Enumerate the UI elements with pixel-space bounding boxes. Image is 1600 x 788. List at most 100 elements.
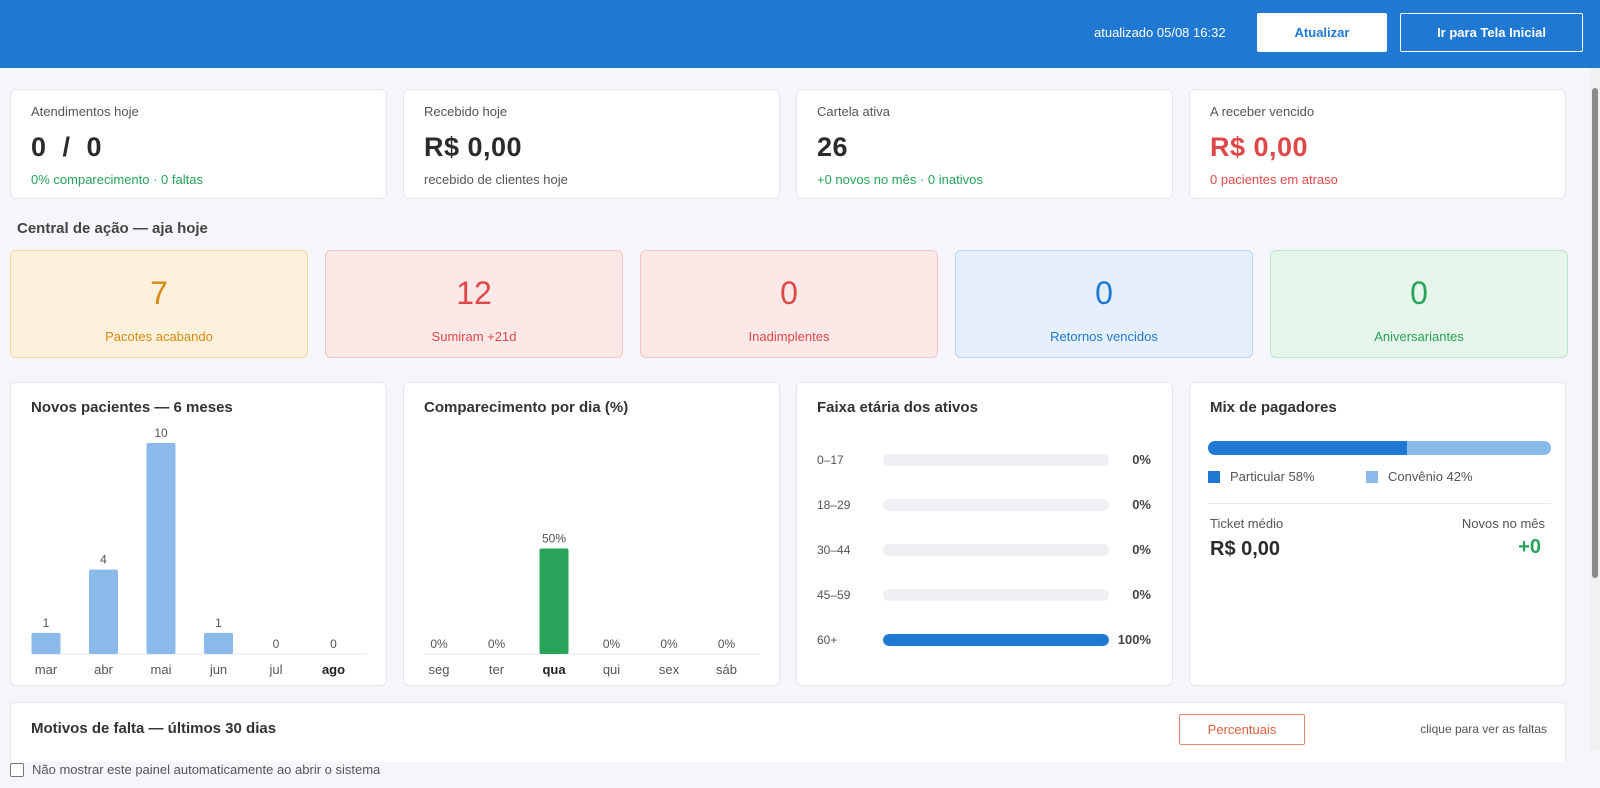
kpi-value: 26 (817, 132, 849, 162)
new-patients-panel: Novos pacientes — 6 meses 1 mar 4 abr 10 mai 1… (10, 382, 387, 686)
action-label: Retornos vencidos (1050, 329, 1158, 344)
action-missing-patients[interactable]: 12 Sumiram +21d (325, 250, 623, 358)
percentuais-button[interactable]: Percentuais (1179, 714, 1305, 745)
category-label: qua (542, 662, 566, 677)
bar-value-label: 0% (430, 637, 448, 651)
category-label: mai (151, 662, 172, 677)
page-scrollbar[interactable] (1590, 68, 1600, 750)
refresh-button[interactable]: Atualizar (1257, 13, 1387, 52)
bar-value-label: 0% (660, 637, 678, 651)
bar-value-label: 10 (154, 426, 168, 440)
kpi-card-active-patients: Cartela ativa 26 +0 novos no mês · 0 ina… (796, 89, 1173, 199)
category-label: mar (35, 662, 58, 677)
chart-bar (539, 548, 569, 654)
action-packages-ending[interactable]: 7 Pacotes acabando (10, 250, 308, 358)
age-range-percent: 0% (1132, 542, 1151, 557)
bar-value-label: 1 (43, 616, 50, 630)
age-range-bar (883, 634, 1109, 646)
age-range-track (883, 589, 1109, 601)
category-label: jul (268, 662, 282, 677)
kpi-label: A receber vencido (1210, 104, 1315, 119)
category-label: seg (429, 662, 450, 677)
action-count: 0 (1410, 275, 1428, 311)
category-label: ago (322, 662, 345, 677)
category-label: ter (489, 662, 505, 677)
bar-value-label: 0 (273, 637, 280, 651)
age-range-track (883, 634, 1109, 646)
category-label: qui (603, 662, 620, 677)
age-range-label: 18–29 (817, 498, 851, 512)
kpi-sub: 0 pacientes em atraso (1210, 172, 1338, 187)
action-label: Aniversariantes (1374, 329, 1464, 344)
bar-value-label: 0% (603, 637, 621, 651)
age-range-track (883, 544, 1109, 556)
absence-panel: Motivos de falta — últimos 30 dias Perce… (10, 702, 1566, 762)
dont-show-label: Não mostrar este painel automaticamente … (32, 762, 381, 777)
bar-value-label: 50% (542, 532, 566, 546)
kpi-value: 0 / 0 (31, 132, 103, 162)
dont-show-option[interactable]: Não mostrar este painel automaticamente … (10, 762, 380, 777)
age-range-percent: 0% (1132, 587, 1151, 602)
ticket-label: Ticket médio (1210, 516, 1284, 531)
absence-hint: clique para ver as faltas (1420, 722, 1547, 736)
action-count: 12 (456, 275, 492, 311)
age-range-panel: Faixa etária dos ativos 0–17 0% 18–29 0% 30–… (796, 382, 1173, 686)
age-range-label: 60+ (817, 633, 838, 647)
chart-bar (31, 632, 61, 654)
chart-bar (89, 569, 118, 654)
divider (1208, 503, 1551, 504)
dont-show-checkbox[interactable] (10, 762, 24, 777)
age-range-percent: 100% (1117, 632, 1151, 647)
action-label: Sumiram +21d (431, 329, 517, 344)
age-range-label: 0–17 (817, 453, 844, 467)
kpi-card-received: Recebido hoje R$ 0,00 recebido de client… (403, 89, 780, 199)
age-range-track (883, 454, 1109, 466)
legend-convenio: Convênio 42% (1366, 469, 1473, 484)
kpi-label: Atendimentos hoje (31, 104, 139, 119)
action-label: Pacotes acabando (105, 329, 213, 344)
kpi-card-appointments: Atendimentos hoje 0 / 0 0% compareciment… (10, 89, 387, 199)
last-updated: atualizado 05/08 16:32 (1094, 25, 1226, 40)
bar-value-label: 0% (718, 637, 736, 651)
kpi-sub: 0% comparecimento · 0 faltas (31, 172, 203, 187)
scrollbar-thumb[interactable] (1592, 88, 1598, 578)
kpi-sub: +0 novos no mês · 0 inativos (817, 172, 983, 187)
category-label: sex (659, 662, 680, 677)
payers-panel: Mix de pagadores Particular 58% Convênio… (1189, 382, 1566, 686)
age-range-percent: 0% (1132, 497, 1151, 512)
legend-convenio-label: Convênio 42% (1388, 469, 1473, 484)
ticket-value: R$ 0,00 (1210, 538, 1281, 560)
action-overdue-returns[interactable]: 0 Retornos vencidos (955, 250, 1253, 358)
legend-particular-label: Particular 58% (1230, 469, 1315, 484)
new-month-label: Novos no mês (1461, 516, 1545, 531)
age-range-label: 45–59 (817, 588, 851, 602)
home-button[interactable]: Ir para Tela Inicial (1400, 13, 1583, 52)
kpi-label: Recebido hoje (424, 104, 508, 119)
action-birthdays[interactable]: 0 Aniversariantes (1270, 250, 1568, 358)
chart-bar (204, 632, 233, 654)
action-count: 0 (780, 275, 798, 311)
legend-square-icon (1366, 470, 1378, 483)
new-patients-chart: 1 mar 4 abr 10 mai 1 jun 0 jul 0 ago (31, 426, 367, 677)
category-label: sáb (716, 662, 737, 677)
kpi-sub: recebido de clientes hoje (424, 172, 568, 187)
kpi-label: Cartela ativa (817, 104, 890, 119)
bar-value-label: 0 (330, 637, 337, 651)
action-count: 7 (150, 275, 168, 311)
payers-bar-convenio (1406, 441, 1551, 455)
age-range-title: Faixa etária dos ativos (817, 399, 978, 416)
age-range-track (883, 499, 1109, 511)
action-label: Inadimplentes (748, 329, 830, 344)
action-count: 0 (1095, 275, 1113, 311)
absence-title: Motivos de falta — últimos 30 dias (31, 720, 277, 737)
attendance-panel: Comparecimento por dia (%) 0% seg 0% ter 50%… (403, 382, 780, 686)
bar-value-label: 0% (488, 637, 506, 651)
legend-particular: Particular 58% (1208, 469, 1315, 484)
new-month-value: +0 (1518, 536, 1541, 558)
payers-title: Mix de pagadores (1210, 399, 1337, 416)
payers-bar (1208, 441, 1551, 455)
chart-bar (146, 443, 176, 654)
action-defaulters[interactable]: 0 Inadimplentes (640, 250, 938, 358)
legend-square-icon (1208, 470, 1220, 483)
category-label: jun (209, 662, 227, 677)
